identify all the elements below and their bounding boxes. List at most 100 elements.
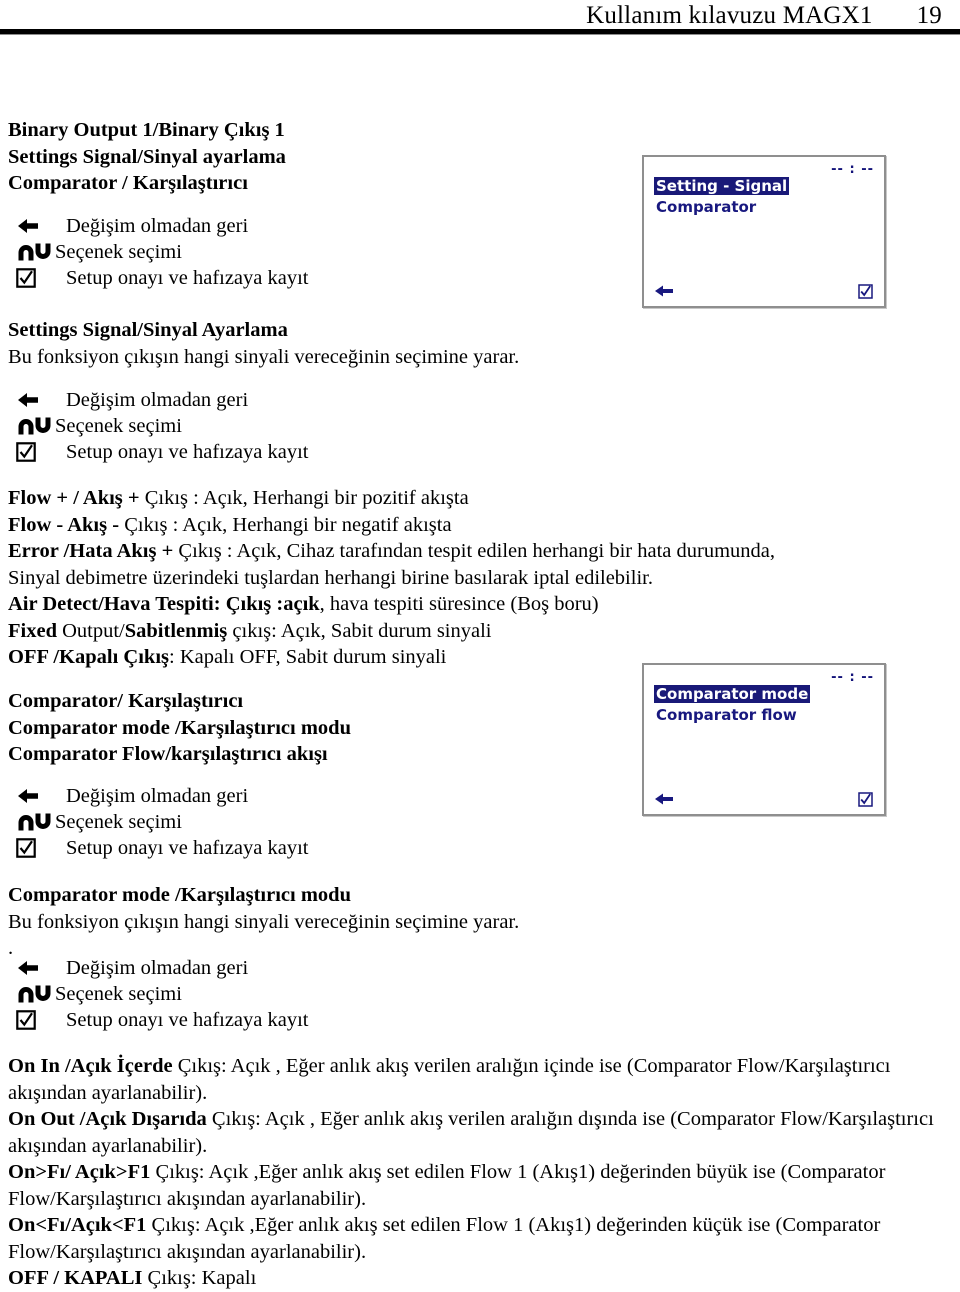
lcd-confirm-checkbox-icon[interactable]	[858, 284, 873, 299]
comparator-mode-heading: Comparator mode /Karşılaştırıcı modu	[8, 884, 351, 906]
legend-label-select: Seçenek seçimi	[55, 241, 182, 263]
key-legend-block-2: Değişim olmadan geri Seçenek seçimi Setu…	[8, 387, 309, 465]
settings-signal-block: Settings Signal/Sinyal Ayarlama Bu fonks…	[8, 317, 519, 370]
legend-row-confirm: Setup onayı ve hafızaya kayıt	[8, 265, 309, 291]
comparator-option-term: On<Fı/Açık<F1	[8, 1214, 152, 1236]
lcd-clock: -- : --	[831, 162, 874, 177]
left-arrow-icon	[8, 786, 54, 806]
document-title: Kullanım kılavuzu MAGX1	[586, 2, 873, 29]
lcd-inner-1: -- : -- Setting - Signal Comparator	[644, 157, 884, 306]
legend-row-confirm: Setup onayı ve hafızaya kayıt	[8, 835, 309, 861]
legend-label-back: Değişim olmadan geri	[66, 957, 249, 979]
settings-signal-heading: Settings Signal/Sinyal Ayarlama	[8, 319, 288, 341]
signal-option-term: OFF /Kapalı Çıkış	[8, 646, 169, 668]
signal-option-desc: Çıkış : Açık, Cihaz tarafından tespit ed…	[178, 540, 776, 562]
signal-option-desc: çıkış: Açık, Sabit durum sinyali	[227, 619, 492, 642]
up-down-keys-icon	[8, 812, 54, 832]
lcd-menu-item[interactable]: Comparator flow	[656, 706, 797, 724]
comparator-intro-line-3: Comparator Flow/karşılaştırıcı akışı	[8, 743, 328, 765]
legend-row-confirm: Setup onayı ve hafızaya kayıt	[8, 1007, 309, 1033]
legend-label-confirm: Setup onayı ve hafızaya kayıt	[66, 1009, 309, 1031]
binary-output-heading-line-1: Binary Output 1/Binary Çıkış 1	[8, 119, 285, 141]
lcd-menu-item-selected[interactable]: Comparator mode	[654, 685, 811, 703]
legend-row-select: Seçenek seçimi	[8, 413, 309, 439]
signal-option-row: Flow + / Akış + Çıkış : Açık, Herhangi b…	[8, 485, 775, 512]
settings-signal-description: Bu fonksiyon çıkışın hangi sinyali verec…	[8, 345, 520, 368]
header-text: Kullanım kılavuzu MAGX1 19	[586, 2, 942, 30]
comparator-option-term: On Out /Açık Dışarıda	[8, 1108, 212, 1130]
legend-label-confirm: Setup onayı ve hafızaya kayıt	[66, 267, 309, 289]
legend-label-confirm: Setup onayı ve hafızaya kayıt	[66, 837, 309, 859]
legend-label-confirm: Setup onayı ve hafızaya kayıt	[66, 441, 309, 463]
key-legend-block-4: Değişim olmadan geri Seçenek seçimi Setu…	[8, 955, 309, 1033]
binary-output-heading-line-2: Settings Signal/Sinyal ayarlama	[8, 145, 286, 168]
lcd-clock: -- : --	[831, 670, 874, 685]
signal-option-desc: , hava tespiti süresince (Boş boru)	[319, 593, 599, 615]
comparator-mode-screen: -- : -- Comparator mode Comparator flow	[642, 663, 886, 816]
page-number: 19	[916, 2, 942, 29]
checked-checkbox-icon	[8, 838, 54, 858]
comparator-intro-block: Comparator/ Karşılaştırıcı Comparator mo…	[8, 688, 351, 768]
binary-output-heading-line-3: Comparator / Karşılaştırıcı	[8, 172, 248, 194]
checked-checkbox-icon	[8, 442, 54, 462]
comparator-option-term: On In /Açık İçerde	[8, 1055, 178, 1077]
legend-label-back: Değişim olmadan geri	[66, 215, 249, 237]
comparator-option-desc: Çıkış: Kapalı	[147, 1267, 257, 1289]
legend-row-back: Değişim olmadan geri	[8, 955, 309, 981]
signal-option-row: Error /Hata Akış + Çıkış : Açık, Cihaz t…	[8, 538, 775, 565]
header-divider	[0, 29, 960, 35]
signal-option-mid: Output/	[56, 619, 125, 642]
checked-checkbox-icon	[8, 1010, 54, 1030]
comparator-option-term: On>Fı/ Açık>F1	[8, 1161, 156, 1183]
legend-row-select: Seçenek seçimi	[8, 809, 309, 835]
legend-label-select: Seçenek seçimi	[55, 811, 182, 833]
legend-label-select: Seçenek seçimi	[55, 415, 182, 437]
comparator-option-row: On In /Açık İçerde Çıkış: Açık , Eğer an…	[8, 1053, 952, 1106]
comparator-option-row: On<Fı/Açık<F1 Çıkış: Açık ,Eğer anlık ak…	[8, 1212, 952, 1265]
comparator-options-list: On In /Açık İçerde Çıkış: Açık , Eğer an…	[8, 1053, 952, 1292]
comparator-option-term: OFF / KAPALI	[8, 1267, 148, 1289]
signal-option-row: Flow - Akış - Çıkış : Açık, Herhangi bir…	[8, 512, 775, 539]
signal-option-row: Sinyal debimetre üzerindeki tuşlardan he…	[8, 565, 775, 592]
setting-signal-screen: -- : -- Setting - Signal Comparator	[642, 155, 886, 308]
lcd-back-arrow-icon[interactable]	[654, 283, 674, 299]
up-down-keys-icon	[8, 242, 54, 262]
comparator-option-row: OFF / KAPALI Çıkış: Kapalı	[8, 1265, 952, 1292]
page-header: Kullanım kılavuzu MAGX1 19	[0, 0, 960, 36]
comparator-mode-description: Bu fonksiyon çıkışın hangi sinyali verec…	[8, 910, 520, 933]
left-arrow-icon	[8, 958, 54, 978]
signal-option-term: Flow - Akış -	[8, 513, 125, 536]
lcd-menu-item[interactable]: Comparator	[656, 198, 756, 216]
legend-row-back: Değişim olmadan geri	[8, 213, 309, 239]
key-legend-block-3: Değişim olmadan geri Seçenek seçimi Setu…	[8, 783, 309, 861]
legend-label-select: Seçenek seçimi	[55, 983, 182, 1005]
left-arrow-icon	[8, 216, 54, 236]
signal-option-term: Error /Hata Akış +	[8, 540, 179, 562]
comparator-option-row: On Out /Açık Dışarıda Çıkış: Açık , Eğer…	[8, 1106, 952, 1159]
comparator-intro-line-1: Comparator/ Karşılaştırıcı	[8, 690, 244, 712]
lcd-confirm-checkbox-icon[interactable]	[858, 792, 873, 807]
comparator-mode-block: Comparator mode /Karşılaştırıcı modu Bu …	[8, 882, 519, 962]
up-down-keys-icon	[8, 984, 54, 1004]
key-legend-block-1: Değişim olmadan geri Seçenek seçimi Setu…	[8, 213, 309, 291]
legend-row-select: Seçenek seçimi	[8, 239, 309, 265]
signal-option-desc: Çıkış : Açık, Herhangi bir pozitif akışt…	[144, 487, 469, 509]
legend-row-back: Değişim olmadan geri	[8, 783, 309, 809]
lcd-menu-item-selected[interactable]: Setting - Signal	[654, 177, 790, 195]
legend-row-confirm: Setup onayı ve hafızaya kayıt	[8, 439, 309, 465]
signal-option-row: Fixed Output/Sabitlenmiş çıkış: Açık, Sa…	[8, 618, 775, 645]
signal-option-desc: Çıkış : Açık, Herhangi bir negatif akışt…	[124, 513, 452, 536]
left-arrow-icon	[8, 390, 54, 410]
signal-option-term-2: Sabitlenmiş	[124, 619, 228, 642]
legend-row-back: Değişim olmadan geri	[8, 387, 309, 413]
legend-label-back: Değişim olmadan geri	[66, 389, 249, 411]
lcd-back-arrow-icon[interactable]	[654, 791, 674, 807]
signal-option-term: Fixed	[8, 619, 57, 642]
signal-option-term: Air Detect/Hava Tespiti: Çıkış :açık	[8, 593, 320, 615]
comparator-option-row: On>Fı/ Açık>F1 Çıkış: Açık ,Eğer anlık a…	[8, 1159, 952, 1212]
signal-option-desc: Sinyal debimetre üzerindeki tuşlardan he…	[8, 566, 653, 589]
signal-option-desc: : Kapalı OFF, Sabit durum sinyali	[169, 646, 447, 668]
legend-row-select: Seçenek seçimi	[8, 981, 309, 1007]
comparator-intro-line-2: Comparator mode /Karşılaştırıcı modu	[8, 716, 351, 739]
up-down-keys-icon	[8, 416, 54, 436]
